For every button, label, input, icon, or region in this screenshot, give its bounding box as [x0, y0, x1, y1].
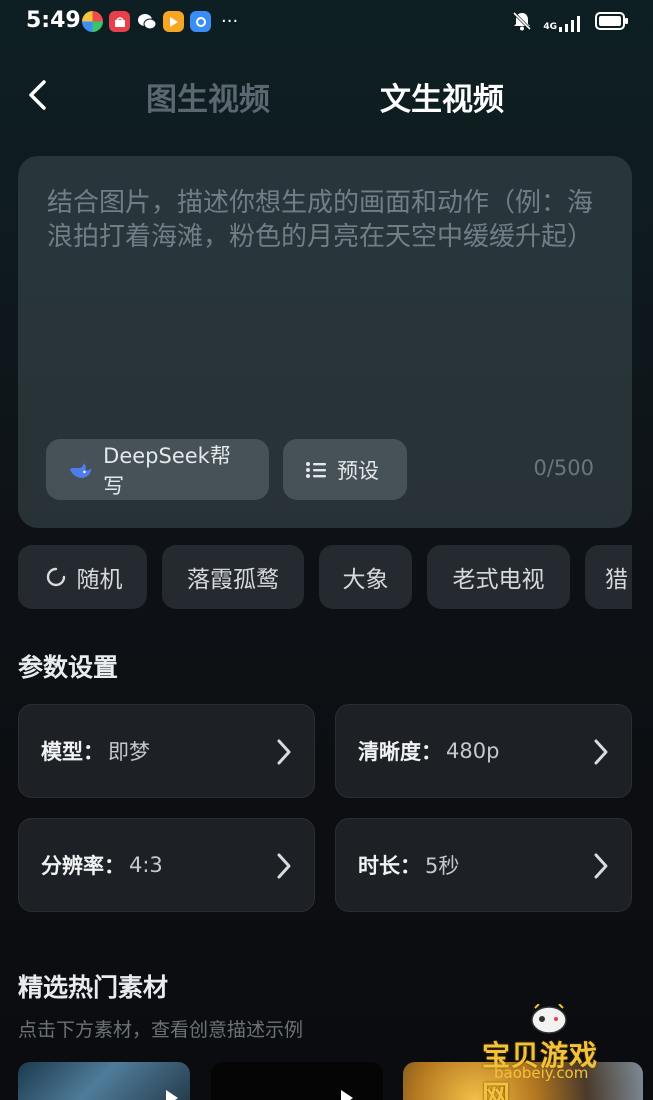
param-value: 4:3 — [129, 853, 163, 877]
param-label: 模型： — [41, 740, 104, 764]
deepseek-label: DeepSeek帮写 — [103, 443, 231, 498]
notification-icons: ··· — [82, 11, 238, 32]
preset-label: 预设 — [337, 458, 379, 483]
char-counter: 0/500 — [533, 456, 594, 480]
wechat-icon — [136, 11, 157, 32]
param-label: 清晰度： — [358, 740, 442, 764]
site-watermark: 宝贝游戏网 baobeiy.com — [474, 1004, 624, 1100]
status-time: 5:49 — [26, 8, 81, 33]
chevron-left-icon — [29, 80, 46, 110]
list-icon — [306, 461, 326, 478]
param-clarity[interactable]: 清晰度： 480p — [335, 704, 632, 798]
chip-label: 落霞孤鹜 — [187, 567, 279, 593]
huawei-store-icon — [109, 11, 130, 32]
chip-random[interactable]: 随机 — [18, 545, 147, 609]
colorful-app-icon — [82, 11, 103, 32]
back-button[interactable] — [20, 78, 54, 112]
chevron-right-icon — [277, 739, 291, 765]
system-status: 4G — [511, 10, 629, 36]
params-section-title: 参数设置 — [18, 653, 119, 682]
prompt-suggestion-chips: 随机 落霞孤鹜 大象 老式电视 猎 — [18, 545, 632, 609]
watermark-url: baobeiy.com — [494, 1064, 589, 1082]
param-label: 分辨率： — [41, 854, 125, 878]
browser-app-icon — [190, 11, 211, 32]
chip-label: 随机 — [76, 567, 123, 593]
chevron-right-icon — [594, 739, 608, 765]
mute-bell-icon — [511, 10, 533, 36]
prompt-card: 结合图片，描述你想生成的画面和动作（例：海浪拍打着海滩，粉色的月亮在天空中缓缓升… — [18, 156, 632, 528]
prompt-input[interactable]: 结合图片，描述你想生成的画面和动作（例：海浪拍打着海滩，粉色的月亮在天空中缓缓升… — [47, 186, 607, 254]
chip-label: 大象 — [342, 567, 389, 593]
gamepad-mascot-icon — [531, 1004, 567, 1034]
signal-icon: 4G — [543, 14, 585, 32]
chip-suggestion[interactable]: 猎 — [585, 545, 632, 609]
materials-section-title: 精选热门素材 — [18, 973, 169, 1002]
chevron-right-icon — [594, 853, 608, 879]
play-icon — [341, 1090, 353, 1100]
battery-icon — [595, 12, 629, 34]
status-bar: 5:49 ··· 4G — [0, 0, 653, 46]
deepseek-write-button[interactable]: DeepSeek帮写 — [46, 439, 269, 500]
play-icon — [166, 1090, 178, 1100]
param-resolution[interactable]: 分辨率： 4:3 — [18, 818, 315, 912]
deepseek-whale-icon — [69, 462, 92, 478]
chip-label: 猎 — [605, 567, 628, 593]
chip-suggestion[interactable]: 落霞孤鹜 — [162, 545, 304, 609]
more-notifications: ··· — [221, 11, 239, 32]
param-value: 即梦 — [108, 740, 150, 764]
material-thumbnail[interactable] — [211, 1062, 383, 1100]
param-value: 480p — [446, 739, 500, 763]
chip-suggestion[interactable]: 大象 — [319, 545, 412, 609]
tab-image-to-video[interactable]: 图生视频 — [146, 74, 270, 119]
chip-suggestion[interactable]: 老式电视 — [427, 545, 570, 609]
param-duration[interactable]: 时长： 5秒 — [335, 818, 632, 912]
material-thumbnail[interactable] — [18, 1062, 190, 1100]
refresh-icon — [46, 567, 65, 587]
network-type: 4G — [543, 22, 557, 32]
chevron-right-icon — [277, 853, 291, 879]
param-label: 时长： — [358, 854, 421, 878]
param-value: 5秒 — [425, 854, 460, 878]
tab-text-to-video[interactable]: 文生视频 — [380, 74, 504, 119]
video-app-icon — [163, 11, 184, 32]
preset-button[interactable]: 预设 — [283, 439, 407, 500]
materials-subtitle: 点击下方素材，查看创意描述示例 — [18, 1019, 304, 1041]
param-model[interactable]: 模型： 即梦 — [18, 704, 315, 798]
chip-label: 老式电视 — [452, 567, 545, 593]
